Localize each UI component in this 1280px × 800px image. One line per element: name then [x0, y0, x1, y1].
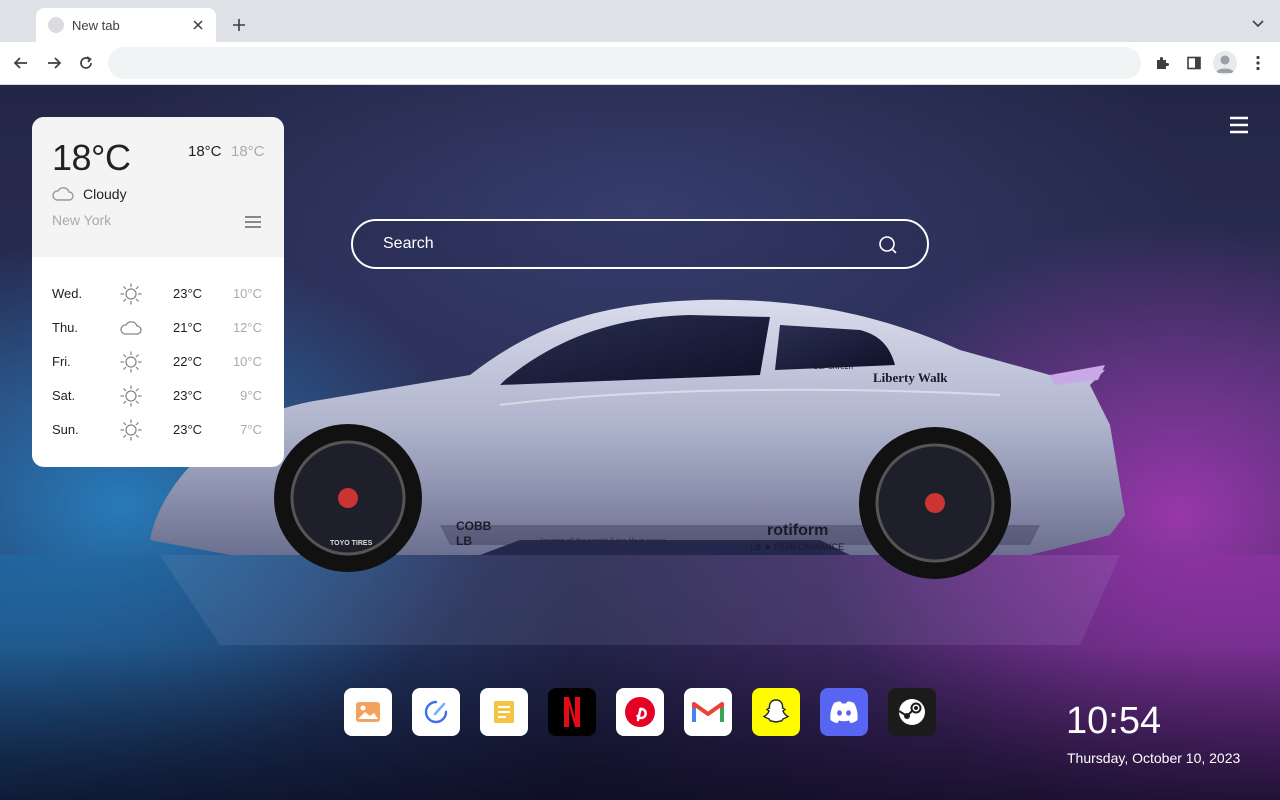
- dock-steam[interactable]: [888, 688, 936, 736]
- forecast-low: 10°C: [232, 286, 262, 301]
- snapchat-icon: [762, 699, 790, 723]
- search-box[interactable]: [351, 219, 929, 269]
- sun-icon: [119, 282, 143, 306]
- forecast-low: 10°C: [232, 354, 262, 369]
- weather-city: New York: [52, 212, 112, 228]
- forecast-row: Sun. 23°C 7°C: [32, 413, 284, 447]
- tab-search-chevron-icon[interactable]: [1248, 14, 1268, 34]
- side-panel-button[interactable]: [1181, 50, 1207, 76]
- forecast-row: Thu. 21°C 12°C: [32, 311, 284, 345]
- forward-button[interactable]: [41, 50, 67, 76]
- browser-toolbar: [0, 42, 1280, 85]
- forecast-day: Sat.: [52, 388, 76, 403]
- forecast-day: Wed.: [52, 286, 83, 301]
- back-button[interactable]: [8, 50, 34, 76]
- forecast-day: Sun.: [52, 422, 79, 437]
- clock-date: Thursday, October 10, 2023: [1067, 750, 1241, 766]
- forecast-low: 12°C: [232, 320, 262, 335]
- extensions-button[interactable]: [1149, 50, 1175, 76]
- tab-strip: New tab: [0, 0, 1280, 42]
- sun-icon: [119, 418, 143, 442]
- car-lb-performance-text: LB ★ PERFORMANCE: [750, 542, 844, 552]
- steam-icon: [898, 699, 925, 725]
- gmail-icon: [692, 702, 724, 722]
- forecast-high: 23°C: [173, 286, 203, 301]
- forecast-low: 9°C: [240, 388, 262, 403]
- car-tagline-text: Imagine all the people living life in pe…: [540, 538, 666, 545]
- forecast-day: Fri.: [52, 354, 71, 369]
- notes-icon: [494, 701, 514, 723]
- dock-edit[interactable]: [412, 688, 460, 736]
- search-icon[interactable]: [878, 235, 898, 255]
- side-panel-icon: [1187, 56, 1201, 70]
- menu-button[interactable]: [1245, 50, 1271, 76]
- car-brand-text: Liberty Walk: [873, 370, 948, 385]
- hamburger-menu-icon[interactable]: [1229, 116, 1249, 134]
- forecast-high: 23°C: [173, 388, 203, 403]
- dock-discord[interactable]: [820, 688, 868, 736]
- today-low: 18°C: [231, 143, 265, 160]
- forecast-row: Sat. 23°C 9°C: [32, 379, 284, 413]
- reload-button[interactable]: [73, 50, 99, 76]
- more-vert-icon: [1256, 55, 1260, 71]
- clock-time: 10:54: [1066, 700, 1162, 742]
- profile-avatar[interactable]: [1213, 51, 1237, 75]
- sun-icon: [119, 384, 143, 408]
- dock-pinterest[interactable]: [616, 688, 664, 736]
- cloud-icon: [52, 187, 74, 201]
- back-arrow-icon: [13, 57, 27, 69]
- car-sticker-text: SuPerfrezh: [813, 362, 853, 371]
- car-lb-works-text: LB: [456, 534, 472, 548]
- close-tab-icon[interactable]: [190, 17, 206, 33]
- forecast-day: Thu.: [52, 320, 79, 335]
- discord-icon: [830, 701, 858, 723]
- weather-menu-icon[interactable]: [243, 214, 263, 230]
- current-temperature: 18°C: [52, 137, 131, 178]
- image-icon: [356, 702, 380, 722]
- dock-gallery[interactable]: [344, 688, 392, 736]
- address-bar[interactable]: [108, 47, 1141, 79]
- person-icon: [1216, 55, 1234, 73]
- car-cobb-text: COBB: [456, 519, 492, 533]
- edit-icon: [424, 700, 448, 724]
- dock-notes[interactable]: [480, 688, 528, 736]
- forecast-high: 22°C: [173, 354, 203, 369]
- tab-favicon-icon: [48, 17, 64, 33]
- tab-title: New tab: [72, 17, 120, 33]
- pinterest-icon: [625, 697, 655, 727]
- car-wheel-brand-text: rotiform: [767, 522, 828, 539]
- forecast-row: Wed. 23°C 10°C: [32, 277, 284, 311]
- weather-widget[interactable]: 18°C 18°C 18°C Cloudy New York Wed. 23°C 1…: [32, 117, 284, 467]
- today-high: 18°C: [188, 143, 222, 160]
- netflix-icon: [564, 697, 580, 727]
- forecast-low: 7°C: [240, 422, 262, 437]
- weather-condition: Cloudy: [83, 186, 127, 202]
- cloud-icon: [119, 316, 143, 340]
- dock-gmail[interactable]: [684, 688, 732, 736]
- reload-icon: [80, 56, 92, 69]
- forecast-high: 21°C: [173, 320, 203, 335]
- dock-netflix[interactable]: [548, 688, 596, 736]
- dock-snapchat[interactable]: [752, 688, 800, 736]
- tire-text: TOYO TIRES: [330, 540, 373, 547]
- puzzle-icon: [1157, 57, 1169, 69]
- tab-new-tab[interactable]: New tab: [36, 8, 216, 42]
- forward-arrow-icon: [48, 57, 62, 69]
- forecast-row: Fri. 22°C 10°C: [32, 345, 284, 379]
- forecast-high: 23°C: [173, 422, 203, 437]
- search-input[interactable]: [383, 221, 863, 267]
- new-tab-button[interactable]: [228, 14, 250, 36]
- weather-current: 18°C 18°C 18°C Cloudy New York: [32, 117, 284, 257]
- sun-icon: [119, 350, 143, 374]
